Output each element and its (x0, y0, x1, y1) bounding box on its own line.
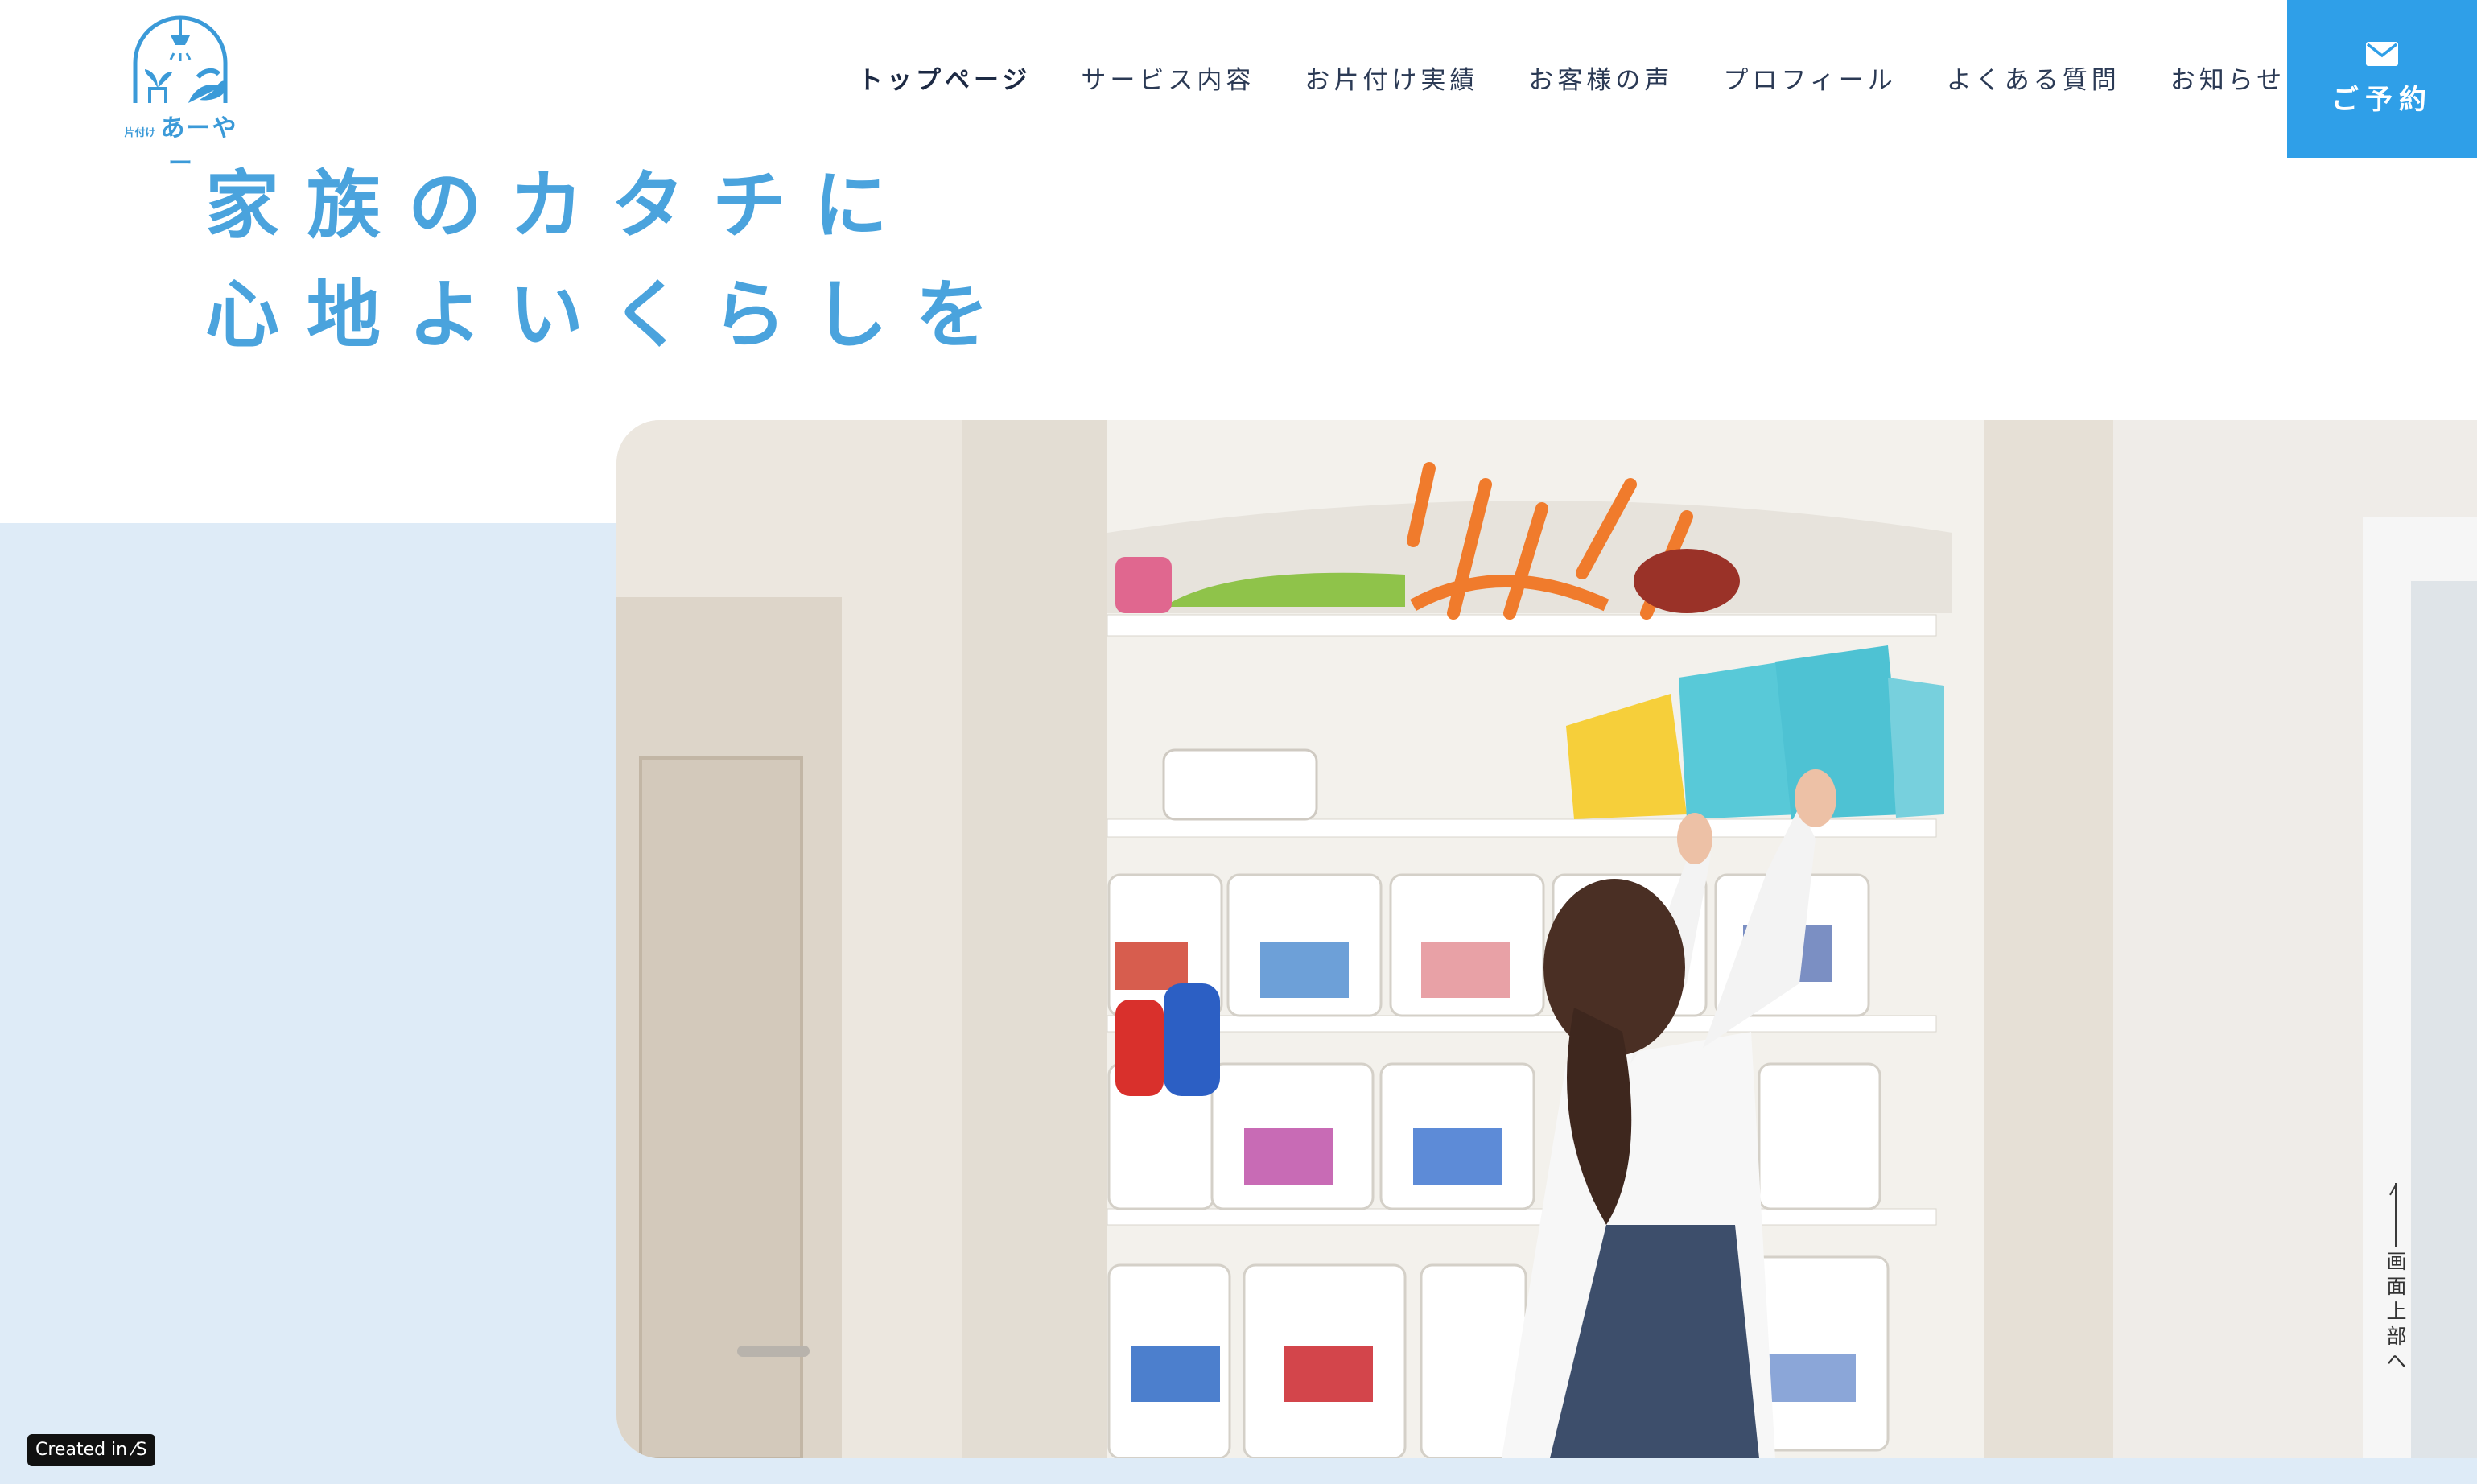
nav-item-profile[interactable]: プロフィール (1723, 60, 1896, 96)
closet-storage-image (616, 420, 2477, 1458)
created-in-badge[interactable]: Created in ⁄S (27, 1434, 155, 1466)
hero-line-1: 家族のカタチに (205, 163, 916, 249)
nav-item-faq[interactable]: よくある質問 (1947, 60, 2120, 96)
hero-line-2: 心地よいくらしを (205, 272, 1017, 358)
hero-photo (616, 420, 2477, 1458)
back-to-top-button[interactable]: 画面上部へ (2376, 1183, 2416, 1376)
nav-item-top-page[interactable]: トップページ (858, 60, 1031, 96)
nav-item-results[interactable]: お片付け実績 (1304, 60, 1478, 96)
mail-icon (2366, 41, 2398, 66)
site-logo[interactable]: 片付け あーやー (121, 13, 241, 178)
reserve-button[interactable]: ご予約 (2287, 0, 2477, 158)
logo-mark-icon (133, 15, 228, 103)
back-to-top-label: 画面上部へ (2384, 1251, 2407, 1375)
nav-item-news[interactable]: お知らせ (2170, 60, 2285, 96)
nav-item-testimonials[interactable]: お客様の声 (1528, 60, 1673, 96)
reserve-label: ご予約 (2331, 83, 2433, 116)
main-navigation: トップページ サービス内容 お片付け実績 お客様の声 プロフィール よくある質問… (858, 60, 2285, 96)
back-to-top-line (2395, 1183, 2397, 1247)
hero-headline: 家族のカタチに 心地よいくらしを (205, 151, 1016, 370)
nav-item-services[interactable]: サービス内容 (1081, 60, 1255, 96)
logo-small-text: 片付け (124, 127, 156, 139)
